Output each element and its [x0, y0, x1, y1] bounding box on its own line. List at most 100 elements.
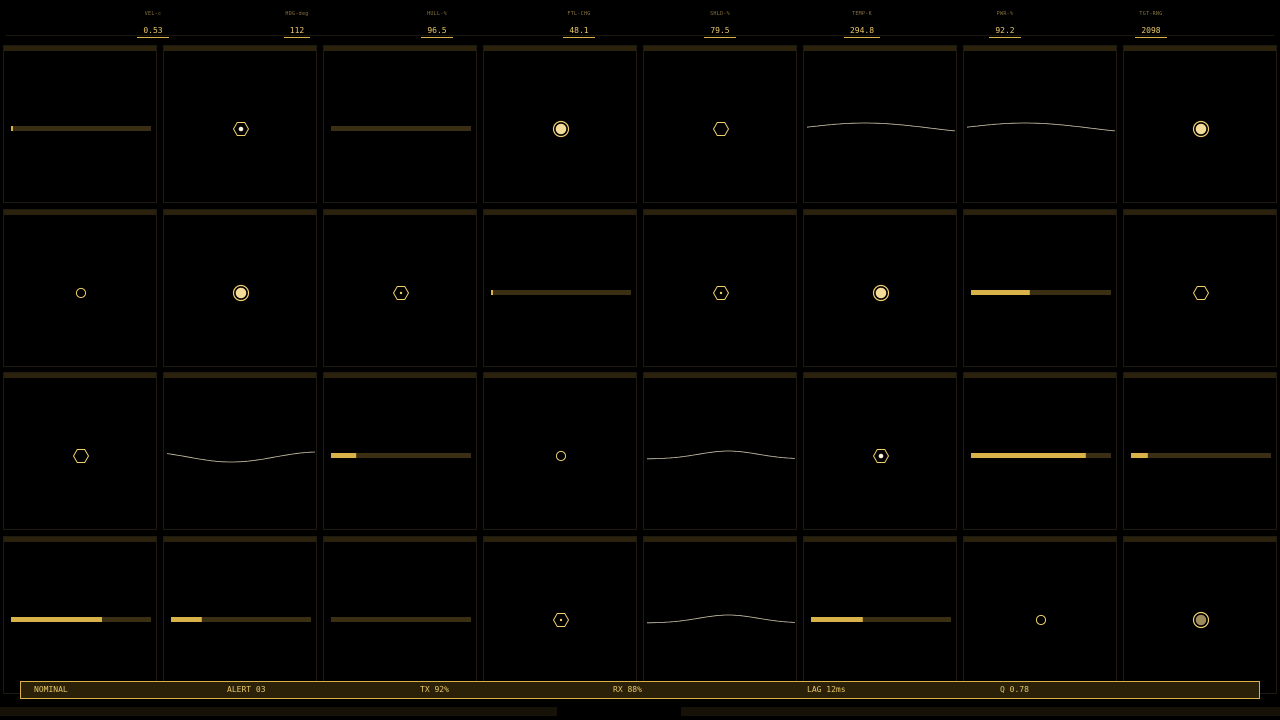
panel-hex[interactable] [3, 372, 157, 530]
ticker-left: CONFIDENCE 0.88•ENTROPY 0.31•BAYES UPDAT… [0, 707, 557, 716]
ticker-right: CONFIDENCE 0.88•ENTROPY 0.31•BAYES UPDAT… [681, 707, 1280, 716]
metric-tgt-rng: TGT-RNG 2098 [1111, 10, 1191, 38]
panel-graphic [811, 617, 951, 622]
waveform-trace [647, 450, 796, 460]
panel-graphic [966, 122, 1116, 132]
panel-bar[interactable] [323, 45, 477, 203]
status-bar: NOMINAL ALERT 03 TX 92% RX 88% LAG 12ms … [20, 681, 1260, 699]
level-bar-fill [11, 126, 13, 131]
panel-graphic [552, 613, 570, 627]
panel-bar[interactable] [963, 372, 1117, 530]
hexagon-icon [72, 449, 90, 463]
panel-graphic [1131, 453, 1271, 458]
metric-value: 0.53 [137, 26, 169, 38]
ring-icon [75, 287, 87, 299]
target-core [555, 123, 567, 135]
status-lag: LAG 12ms [807, 685, 846, 694]
panel-bar[interactable] [3, 536, 157, 694]
level-bar-fill [171, 617, 202, 622]
panel-graphic [552, 120, 570, 138]
panel-circle[interactable] [483, 372, 637, 530]
panel-wave[interactable] [963, 45, 1117, 203]
panel-bar[interactable] [323, 372, 477, 530]
waveform-trace [966, 122, 1116, 132]
level-bar-fill [491, 290, 493, 295]
panel-wave[interactable] [163, 372, 317, 530]
status-tx: TX 92% [420, 685, 449, 694]
panel-bar[interactable] [483, 209, 637, 367]
panel-graphic [75, 287, 87, 299]
level-bar-track [331, 617, 471, 622]
metric-value: 112 [283, 26, 311, 38]
panel-bar[interactable] [323, 536, 477, 694]
status-rx: RX 88% [613, 685, 642, 694]
panel-graphic [232, 122, 250, 136]
target-core [1195, 123, 1207, 135]
ring-icon [555, 450, 567, 462]
metric-label: SHLD-% [710, 11, 730, 17]
waveform-trace [166, 451, 316, 463]
panel-circle-filled[interactable] [1123, 45, 1277, 203]
status-q: Q 0.78 [1000, 685, 1029, 694]
metric-vel-c: VEL-c 0.53 [113, 10, 193, 38]
top-divider [6, 35, 1274, 36]
center-dot [559, 618, 563, 622]
panel-hex[interactable] [1123, 209, 1277, 367]
panel-graphic [331, 453, 471, 458]
metric-value: 48.1 [563, 26, 595, 38]
panel-graphic [872, 449, 890, 463]
panel-circle-filled[interactable] [803, 209, 957, 367]
panel-circle[interactable] [963, 536, 1117, 694]
metric-ftl-chg: FTL-CHG 48.1 [539, 10, 619, 38]
panel-graphic [1192, 120, 1210, 138]
metric-label: HULL-% [427, 11, 447, 17]
panel-circle-filled[interactable] [483, 45, 637, 203]
panel-graphic [712, 122, 730, 136]
panel-wave[interactable] [643, 372, 797, 530]
metric-label: PWR-% [996, 11, 1014, 17]
panel-graphic [872, 284, 890, 302]
level-bar-track [331, 126, 471, 131]
center-dot [399, 291, 403, 295]
panel-graphic [806, 122, 956, 132]
panel-hex-dot[interactable] [163, 45, 317, 203]
panel-graphic [392, 286, 410, 300]
target-core [875, 287, 887, 299]
panel-hex-smalldot[interactable] [323, 209, 477, 367]
waveform-trace [806, 122, 956, 132]
level-bar-fill [971, 290, 1030, 295]
panel-graphic [166, 451, 316, 463]
level-bar-track [11, 126, 151, 131]
level-bar-fill [11, 617, 102, 622]
metrics-strip: VEL-c 0.53 HDG-deg 112 HULL-% 96.5 FTL-CHG 48.1… [0, 0, 1280, 38]
panel-bar[interactable] [163, 536, 317, 694]
metric-pwr-%: PWR-% 92.2 [965, 10, 1045, 38]
panel-bar[interactable] [803, 536, 957, 694]
metric-value: 79.5 [704, 26, 736, 38]
panel-circle-filled-dim[interactable] [1123, 536, 1277, 694]
panel-circle-filled[interactable] [163, 209, 317, 367]
panel-hex-smalldot[interactable] [643, 209, 797, 367]
panel-graphic [555, 450, 567, 462]
panel-hex-dot[interactable] [803, 372, 957, 530]
panel-wave[interactable] [643, 536, 797, 694]
level-bar-fill [971, 453, 1086, 458]
panel-hex-smalldot[interactable] [483, 536, 637, 694]
waveform-trace [647, 614, 796, 624]
center-dot [719, 291, 723, 295]
panel-bar[interactable] [1123, 372, 1277, 530]
panel-hex[interactable] [643, 45, 797, 203]
metric-label: FTL-CHG [567, 11, 591, 17]
panel-wave[interactable] [803, 45, 957, 203]
metric-value: 294.8 [843, 26, 881, 38]
center-dot [878, 453, 884, 459]
metric-value: 96.5 [421, 26, 453, 38]
status-alert[interactable]: ALERT 03 [227, 682, 266, 698]
panel-bar[interactable] [3, 45, 157, 203]
level-bar-fill [331, 453, 357, 458]
panel-bar[interactable] [963, 209, 1117, 367]
panel-circle[interactable] [3, 209, 157, 367]
panel-grid [3, 45, 1277, 694]
target-core [235, 287, 247, 299]
panel-graphic [1192, 286, 1210, 300]
